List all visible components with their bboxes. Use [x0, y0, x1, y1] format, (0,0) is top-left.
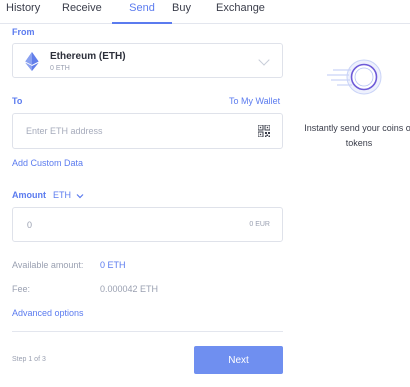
fee-label: Fee:: [12, 284, 31, 294]
available-amount-label: Available amount:: [12, 260, 84, 270]
chevron-down-icon: [258, 54, 270, 66]
tab-buy[interactable]: Buy: [172, 0, 191, 24]
tab-exchange[interactable]: Exchange: [216, 0, 265, 24]
tab-history[interactable]: History: [6, 0, 40, 24]
asset-name: Ethereum (ETH): [50, 51, 126, 62]
amount-input[interactable]: [14, 209, 214, 240]
send-coin-icon: [327, 59, 382, 95]
tab-send[interactable]: Send: [112, 0, 172, 24]
advanced-options-link[interactable]: Advanced options: [12, 308, 84, 318]
next-button[interactable]: Next: [194, 346, 283, 374]
asset-balance: 0 ETH: [50, 65, 70, 72]
amount-label: Amount: [12, 190, 46, 200]
divider: [12, 331, 283, 332]
address-field: [12, 113, 283, 149]
currency-selector[interactable]: ETH: [53, 190, 84, 200]
to-label: To: [12, 96, 23, 106]
qr-code-icon[interactable]: [258, 125, 270, 137]
available-amount-value[interactable]: 0 ETH: [100, 260, 126, 270]
promo-text: Instantly send your coins or tokens: [304, 123, 410, 148]
step-indicator: Step 1 of 3: [12, 356, 46, 363]
add-custom-data-link[interactable]: Add Custom Data: [12, 158, 83, 168]
chevron-down-icon: [76, 193, 83, 198]
from-label: From: [12, 27, 35, 37]
asset-select[interactable]: Ethereum (ETH) 0 ETH: [12, 43, 283, 78]
currency-label: ETH: [53, 190, 71, 200]
tab-receive[interactable]: Receive: [62, 0, 102, 24]
amount-field: 0 EUR: [12, 207, 283, 242]
to-my-wallet-link[interactable]: To My Wallet: [229, 96, 280, 106]
ethereum-icon: [25, 52, 39, 71]
address-input[interactable]: [14, 115, 244, 147]
fiat-value: 0 EUR: [249, 221, 270, 228]
tab-bar: History Receive Send Buy Exchange: [0, 0, 410, 24]
fee-value: 0.000042 ETH: [100, 284, 159, 294]
